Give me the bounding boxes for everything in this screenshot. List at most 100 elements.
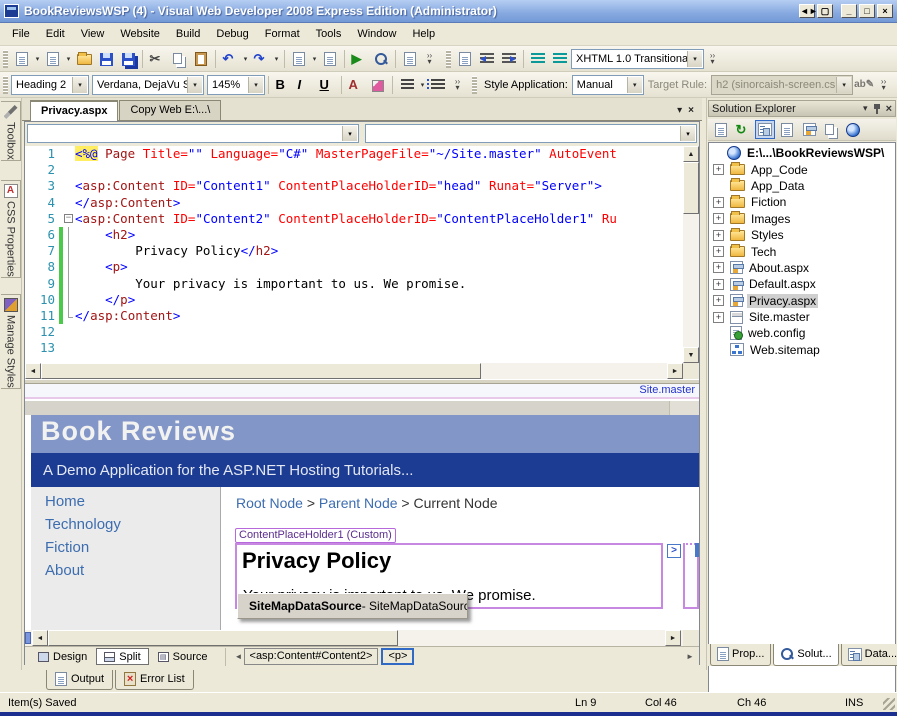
design-view-button[interactable]: Design — [31, 648, 94, 665]
block-format-select[interactable]: Heading 2▾ — [11, 75, 89, 95]
source-editor[interactable]: 1<%@ Page Title="" Language="C#" MasterP… — [25, 146, 683, 363]
alignment-button[interactable] — [396, 74, 418, 96]
uncomment-selection-button[interactable] — [549, 48, 571, 70]
new-web-site-button[interactable] — [11, 48, 33, 70]
chevron-down-icon[interactable]: ▾ — [64, 48, 73, 70]
chevron-down-icon[interactable]: ▾ — [687, 51, 702, 67]
expand-icon[interactable]: + — [713, 197, 724, 208]
tab-copy-web[interactable]: Copy Web E:\...\ — [119, 100, 221, 120]
menu-tools[interactable]: Tools — [308, 25, 350, 43]
font-size-select[interactable]: 145%▾ — [207, 75, 265, 95]
tree-item-app-data[interactable]: +App_Data — [709, 178, 895, 194]
menu-website[interactable]: Website — [112, 25, 168, 43]
copy-button[interactable] — [168, 48, 190, 70]
doctype-select[interactable]: XHTML 1.0 Transitional ( ▾ — [571, 49, 704, 69]
new-window-button[interactable] — [399, 48, 421, 70]
title-bar[interactable]: BookReviewsWSP (4) - Visual Web Develope… — [0, 0, 897, 23]
tree-item-web-config[interactable]: +web.config — [709, 325, 895, 341]
toolbar-grip[interactable] — [3, 50, 8, 68]
italic-button[interactable]: I — [294, 74, 316, 96]
bullets-button[interactable] — [427, 74, 449, 96]
font-color-button[interactable]: A — [345, 74, 367, 96]
source-vertical-scrollbar[interactable]: ▲ ▼ — [683, 146, 699, 363]
tree-item-site-master[interactable]: +Site.master — [709, 309, 895, 325]
html-doc-button[interactable] — [454, 48, 476, 70]
tag-navigator-item[interactable]: <asp:Content#Content2> — [244, 648, 379, 665]
view-in-browser-button[interactable] — [370, 48, 392, 70]
design-heading[interactable]: Privacy Policy — [242, 548, 661, 574]
close-icon[interactable]: × — [886, 103, 892, 115]
window-position-icon[interactable]: ▾ — [863, 103, 868, 114]
pin-icon[interactable] — [873, 104, 881, 114]
menu-window[interactable]: Window — [349, 25, 404, 43]
breadcrumb-parent-node[interactable]: Parent Node — [319, 495, 398, 511]
highlight-button[interactable] — [367, 74, 389, 96]
style-application-select[interactable]: Manual▾ — [572, 75, 644, 95]
properties-button[interactable] — [711, 120, 731, 139]
tree-item-privacy-aspx[interactable]: +Privacy.aspx — [709, 293, 895, 309]
nest-related-files-button[interactable] — [755, 120, 775, 139]
expand-icon[interactable]: + — [713, 213, 724, 224]
source-horizontal-scrollbar[interactable]: ◄ ► — [25, 363, 683, 379]
cut-button[interactable]: ✂ — [146, 48, 168, 70]
minimize-button[interactable]: _ — [841, 4, 857, 18]
menu-view[interactable]: View — [73, 25, 113, 43]
design-nav-fiction[interactable]: Fiction — [45, 539, 220, 556]
solution-tree[interactable]: +E:\...\BookReviewsWSP\+App_Code+App_Dat… — [708, 142, 896, 716]
toolbar-grip[interactable] — [472, 76, 477, 94]
sitemapdatasource-control[interactable]: SiteMapDataSource - SiteMapDataSource1 — [237, 593, 468, 619]
design-nav-home[interactable]: Home — [45, 493, 220, 510]
design-nav-about[interactable]: About — [45, 562, 220, 579]
tree-item-web-sitemap[interactable]: +Web.sitemap — [709, 342, 895, 358]
font-select[interactable]: Verdana, DejaVu S▾ — [92, 75, 204, 95]
expand-icon[interactable]: + — [713, 312, 724, 323]
menu-build[interactable]: Build — [168, 25, 208, 43]
start-debugging-button[interactable]: ▶ — [348, 48, 370, 70]
chevron-down-icon[interactable]: ▾ — [272, 48, 281, 70]
breadcrumb-root-node[interactable]: Root Node — [236, 495, 303, 511]
open-file-button[interactable] — [73, 48, 95, 70]
expand-icon[interactable]: + — [713, 246, 724, 257]
menu-file[interactable]: File — [4, 25, 38, 43]
expand-icon[interactable]: + — [713, 262, 724, 273]
document-list-chevron-icon[interactable]: ▾ — [677, 105, 682, 116]
solution-explorer-header[interactable]: Solution Explorer ▾ × — [708, 100, 896, 117]
tree-item-images[interactable]: +Images — [709, 211, 895, 227]
tree-item-about-aspx[interactable]: +About.aspx — [709, 260, 895, 276]
tag-nav-left-icon[interactable]: ◄ — [234, 648, 244, 665]
toolbar-grip[interactable] — [446, 50, 451, 68]
increase-indent-button[interactable] — [498, 48, 520, 70]
menu-format[interactable]: Format — [257, 25, 308, 43]
tree-item-styles[interactable]: +Styles — [709, 227, 895, 243]
tree-item-app-code[interactable]: +App_Code — [709, 161, 895, 177]
chevron-down-icon[interactable]: ▾ — [241, 48, 250, 70]
copy-web-site-button[interactable] — [821, 120, 841, 139]
expand-icon[interactable]: + — [713, 279, 724, 290]
tree-item-default-aspx[interactable]: +Default.aspx — [709, 276, 895, 292]
tree-item-e-bookreviewswsp[interactable]: +E:\...\BookReviewsWSP\ — [709, 145, 895, 161]
decrease-indent-button[interactable] — [476, 48, 498, 70]
comment-selection-button[interactable] — [527, 48, 549, 70]
save-all-button[interactable] — [117, 48, 139, 70]
content-placeholder-label[interactable]: ContentPlaceHolder1 (Custom) — [235, 528, 396, 543]
add-new-item-button[interactable] — [42, 48, 64, 70]
sidebar-tab-toolbox[interactable]: Toolbox — [1, 101, 21, 161]
pane-splitter-grip[interactable] — [25, 632, 31, 644]
tab-error-list[interactable]: Error List — [115, 670, 194, 690]
design-horizontal-scrollbar[interactable]: ◄ ► — [25, 630, 699, 646]
toolbar-grip[interactable] — [3, 76, 8, 94]
toolbar-overflow-icon[interactable]: ››▾ — [706, 48, 719, 70]
underline-button[interactable]: U — [316, 74, 338, 96]
split-view-button[interactable]: Split — [96, 648, 148, 665]
tool-tab-prop[interactable]: Prop... — [710, 644, 771, 666]
menu-debug[interactable]: Debug — [208, 25, 256, 43]
toolbar-overflow-icon[interactable]: ››▾ — [451, 74, 464, 96]
menu-help[interactable]: Help — [404, 25, 443, 43]
chevron-down-icon[interactable]: ▾ — [33, 48, 42, 70]
tool-tab-data[interactable]: Data... — [841, 644, 897, 666]
redo-button[interactable]: ↷ — [250, 48, 272, 70]
toolbar-overflow-icon[interactable]: ››▾ — [423, 48, 436, 70]
aspnet-configuration-button[interactable] — [843, 120, 863, 139]
view-designer-button[interactable] — [799, 120, 819, 139]
design-nav-technology[interactable]: Technology — [45, 516, 220, 533]
